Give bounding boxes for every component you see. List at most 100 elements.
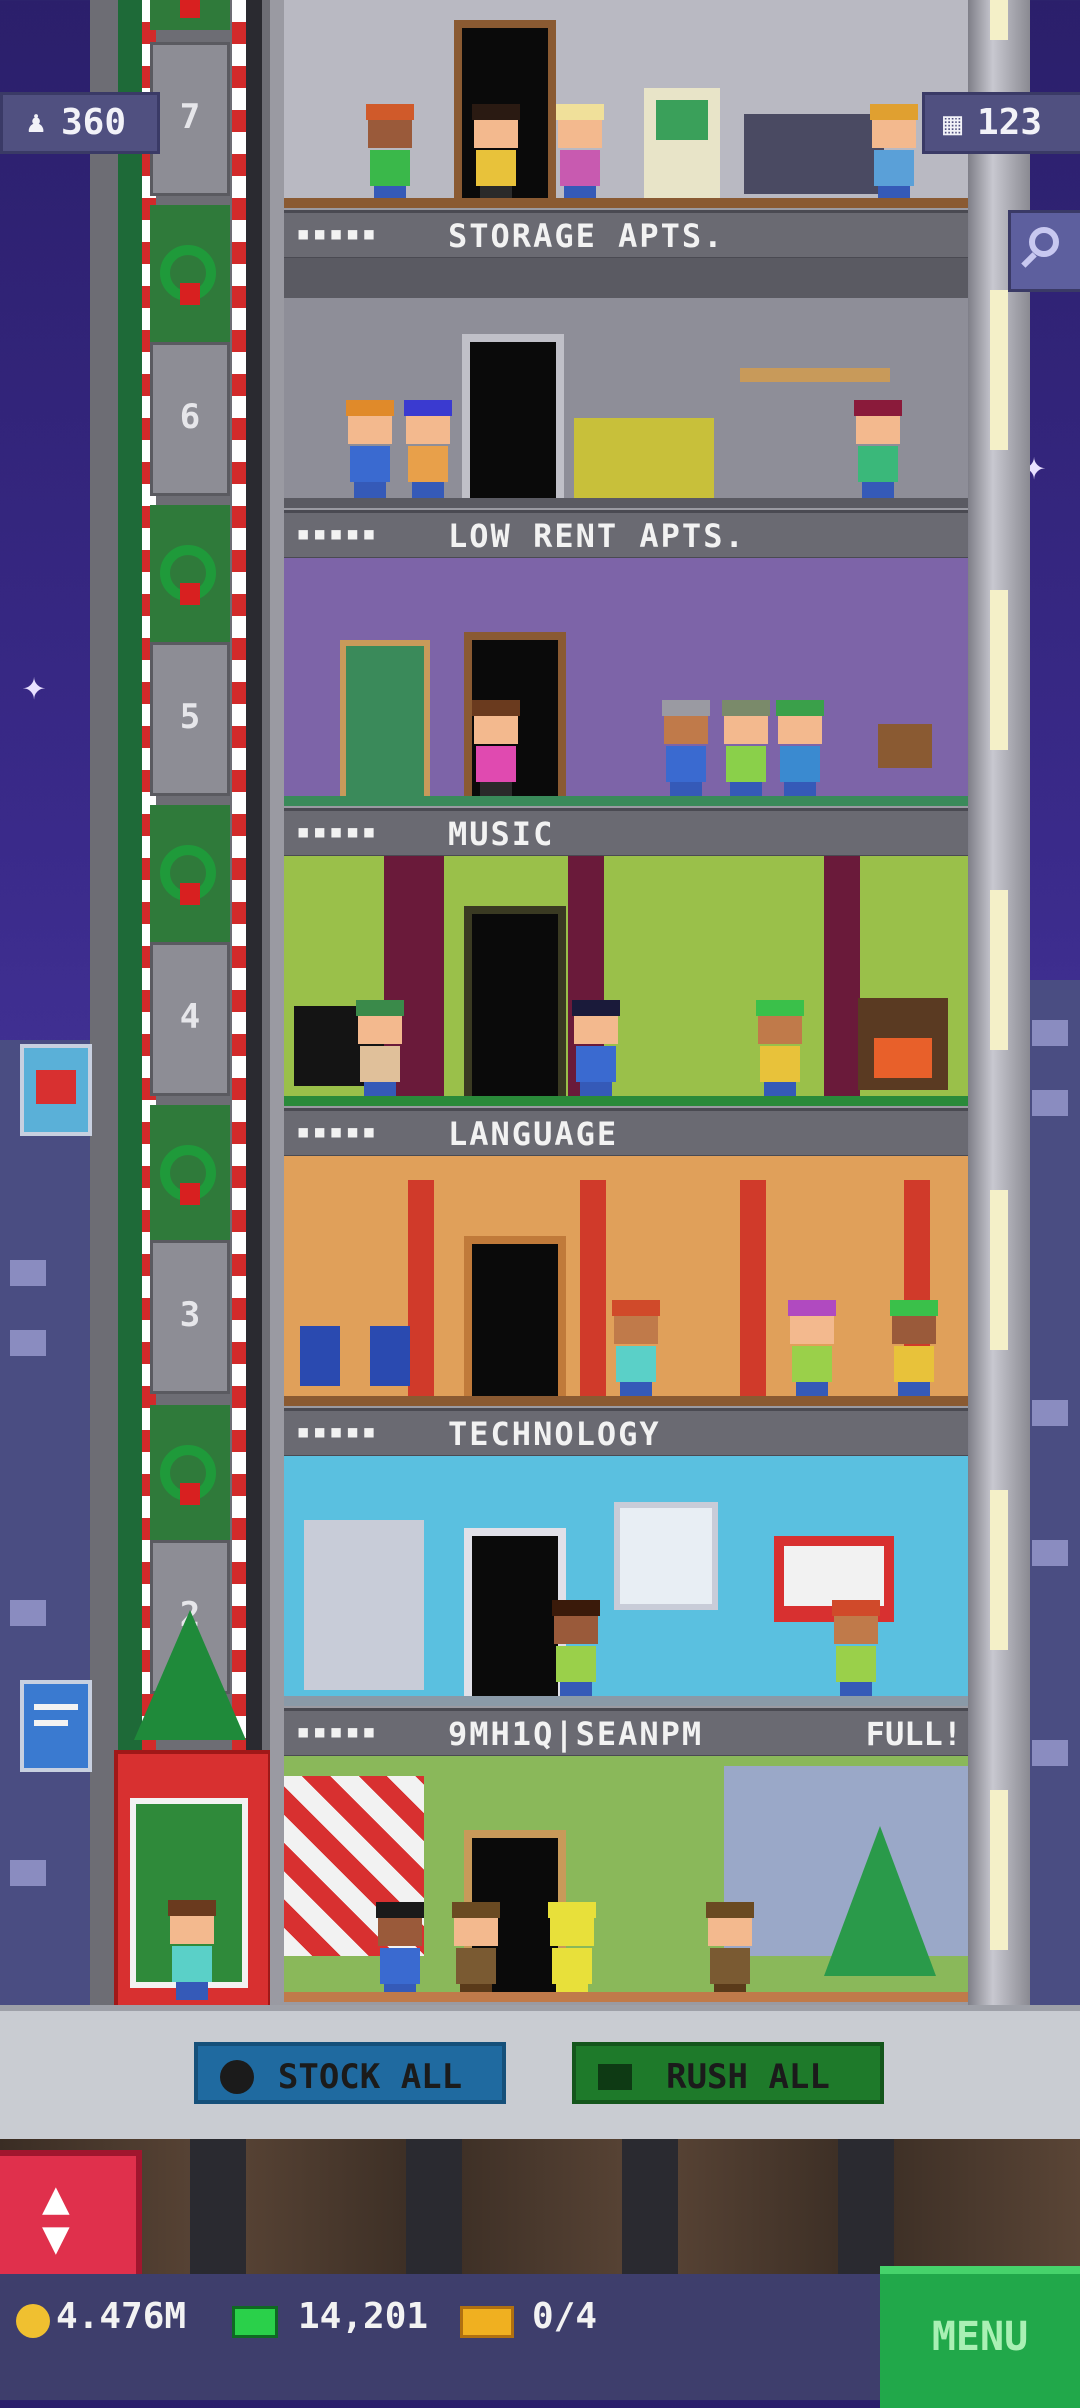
tower-right-column [968,0,1030,2005]
floor-banner-language[interactable]: ▪▪▪▪▪ LANGUAGE [284,1108,968,1158]
action-bar [0,2005,1080,2145]
wreath-icon [150,505,230,645]
shelf-prop [740,368,890,382]
window-prop [614,1502,718,1610]
elevator-stop-7[interactable]: 7 [150,42,230,196]
resident [704,1902,756,2002]
bitizen-event-card[interactable] [20,1044,92,1136]
wreath-icon [150,1405,230,1545]
wreath-icon [150,1105,230,1245]
elevator-floor-number: 4 [179,997,201,1037]
floor-name: LOW RENT APTS. [448,517,746,555]
elevator-stop-4[interactable]: 4 [150,942,230,1096]
elevator-car[interactable] [114,1750,272,2010]
resident [852,400,904,500]
floor-door [464,906,566,1106]
server-shelf-prop [304,1520,424,1690]
search-button[interactable] [1008,210,1080,292]
fireplace-prop [858,998,948,1090]
floor-top-partial[interactable] [284,0,968,208]
floor-stars: ▪▪▪▪▪ [296,1417,379,1445]
coins-value: 4.476M [56,2296,187,2337]
tv-prop [878,724,932,768]
menu-label: MENU [931,2314,1029,2360]
elevator-stop-5[interactable]: 5 [150,642,230,796]
resident [830,1600,882,1700]
elevator-floor-number: 3 [179,1295,201,1335]
floor-low-rent-apts[interactable] [284,558,968,806]
wreath-icon [150,0,230,30]
vase-prop [300,1326,340,1386]
floors-icon: ▦ [943,104,963,142]
resident [470,104,522,204]
floor-stars: ▪▪▪▪▪ [296,519,379,547]
wreath-icon [150,205,230,345]
bux-icon [232,2306,278,2338]
tickets-value: 0/4 [532,2296,598,2337]
floor-banner-music[interactable]: ▪▪▪▪▪ MUSIC [284,808,968,858]
floor-language[interactable] [284,1156,968,1406]
floor-name: 9MH1Q|SEANPM [448,1715,704,1753]
resident [754,1000,806,1100]
elevator-floor-number: 6 [179,397,201,437]
population-value: 360 [61,102,127,143]
floor-stars: ▪▪▪▪▪ [296,817,379,845]
floor-full-status: FULL! [865,1715,962,1753]
floor-stars: ▪▪▪▪▪ [296,1117,379,1145]
notification-card[interactable] [20,1680,92,1772]
green-door [340,640,430,806]
elevator-floor-number: 5 [179,697,201,737]
resident [374,1902,426,2002]
rush-icon [598,2064,632,2090]
elevator-passenger [166,1900,218,2000]
population-counter[interactable]: ♟ 360 [0,92,160,154]
floor-banner-storage-apts[interactable]: ▪▪▪▪▪ STORAGE APTS. [284,210,968,260]
resident [786,1300,838,1400]
population-icon: ♟ [27,105,46,140]
menu-button[interactable]: MENU [880,2266,1080,2408]
ticket-icon [460,2306,514,2338]
resident [570,1000,622,1100]
resident [720,700,772,800]
resident [550,1600,602,1700]
floor-banner-low-rent-apts[interactable]: ▪▪▪▪▪ LOW RENT APTS. [284,510,968,560]
elevator-control-button[interactable]: ▲ ▼ [0,2150,142,2284]
floor-name: LANGUAGE [448,1115,619,1153]
resident [344,400,396,500]
floor-stars: ▪▪▪▪▪ [296,1717,379,1745]
floor-banner-custom[interactable]: ▪▪▪▪▪ 9MH1Q|SEANPM FULL! [284,1708,968,1758]
floor-storage-apts[interactable] [284,258,968,508]
couch-prop [574,418,714,498]
coin-icon [16,2304,50,2338]
rush-all-button[interactable]: RUSH ALL [572,2042,884,2104]
resident [402,400,454,500]
clock-icon [220,2060,254,2094]
stock-all-button[interactable]: STOCK ALL [194,2042,506,2104]
resident [354,1000,406,1100]
resident [470,700,522,800]
floor-name: STORAGE APTS. [448,217,725,255]
resident [774,700,826,800]
floor-technology[interactable] [284,1456,968,1706]
wreath-icon [150,805,230,945]
floors-counter[interactable]: ▦ 123 [922,92,1080,154]
resident [610,1300,662,1400]
basement [0,2139,1080,2274]
floor-door [462,334,564,508]
bg-building-left [0,1040,100,2010]
floors-value: 123 [977,102,1043,143]
rush-all-label: RUSH ALL [666,2057,830,2097]
christmas-tree-icon [134,1610,246,1740]
elevator-floor-number: 7 [179,97,201,137]
floor-custom[interactable] [284,1756,968,2002]
elevator-stop-6[interactable]: 6 [150,342,230,496]
floor-door [464,1236,566,1406]
floor-name: TECHNOLOGY [448,1415,661,1453]
resident [888,1300,940,1400]
christmas-tree-icon [824,1826,936,1976]
floor-music[interactable] [284,856,968,1106]
elevator-stop-3[interactable]: 3 [150,1240,230,1394]
floor-stars: ▪▪▪▪▪ [296,219,379,247]
computer-prop [644,88,720,198]
floor-banner-technology[interactable]: ▪▪▪▪▪ TECHNOLOGY [284,1408,968,1458]
